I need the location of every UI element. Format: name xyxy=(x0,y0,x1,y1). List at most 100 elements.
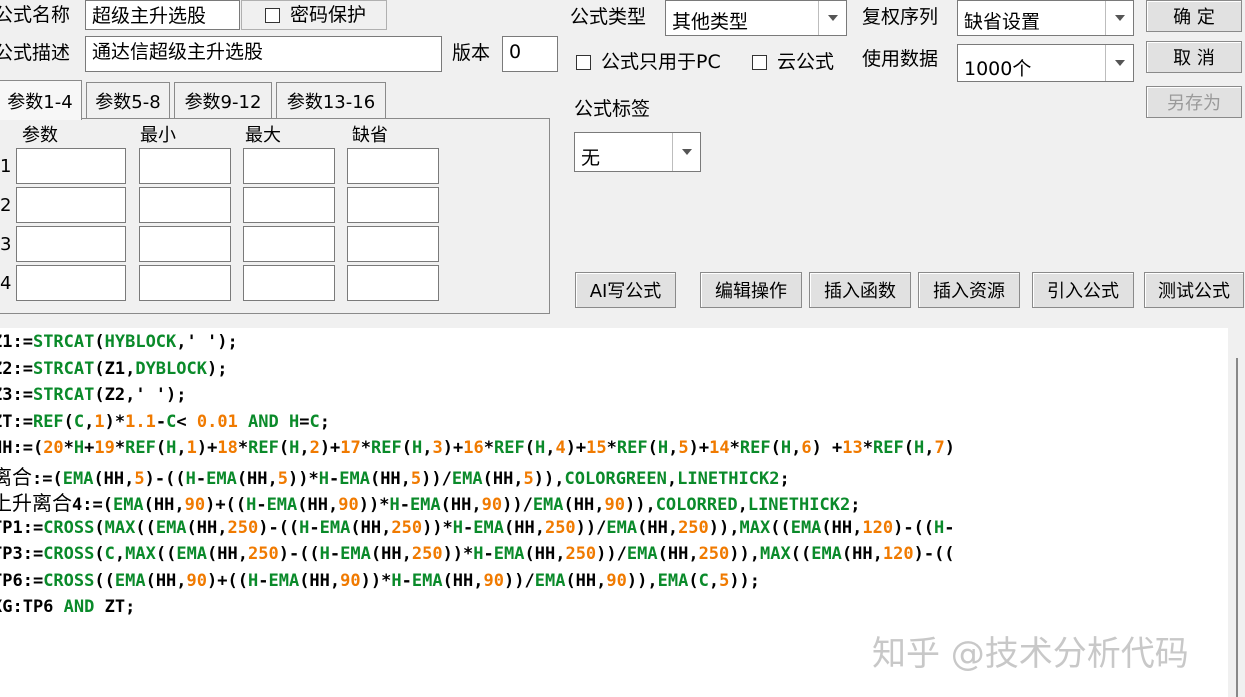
code-token: 19 xyxy=(94,438,115,458)
code-token: 20 xyxy=(43,438,64,458)
code-token: )-(( xyxy=(913,544,955,564)
pc-only-checkbox[interactable]: 公式只用于PC xyxy=(576,53,721,72)
code-token: , xyxy=(422,438,433,458)
code-token: EMA xyxy=(409,495,441,515)
code-token: 5 xyxy=(719,570,730,591)
tab-params-5-8[interactable]: 参数5-8 xyxy=(86,82,170,118)
code-token: 250 xyxy=(698,544,730,564)
param-name-input[interactable] xyxy=(16,187,126,223)
ai-formula-button[interactable]: AI写公式 xyxy=(575,272,676,308)
code-token: ))/ xyxy=(596,544,627,564)
param-row-number: 2 xyxy=(0,195,12,216)
formula-type-select[interactable]: 其他类型 xyxy=(665,0,847,36)
code-token: - xyxy=(483,544,494,564)
password-checkbox[interactable]: 密码保护 xyxy=(265,6,366,25)
code-token: EMA xyxy=(493,544,525,564)
cloud-checkbox[interactable]: 云公式 xyxy=(752,53,834,72)
code-token: , xyxy=(545,438,556,458)
param-max-input[interactable] xyxy=(243,187,335,223)
code-token: Z1:= xyxy=(0,332,33,352)
insert-function-button[interactable]: 插入函数 xyxy=(809,272,911,308)
code-token: H xyxy=(247,570,259,591)
code-token: 5 xyxy=(134,468,145,489)
code-token: ))/ xyxy=(575,517,607,538)
code-token: REF xyxy=(125,438,156,458)
code-token: C xyxy=(309,411,320,432)
param-name-input[interactable] xyxy=(16,148,126,184)
data-select[interactable]: 1000个 xyxy=(957,44,1134,82)
import-formula-button[interactable]: 引入公式 xyxy=(1032,272,1134,308)
param-default-input[interactable] xyxy=(347,226,439,262)
param-default-input[interactable] xyxy=(347,187,439,223)
param-max-input[interactable] xyxy=(243,265,335,301)
formula-desc-input[interactable]: 通达信超级主升选股 xyxy=(85,36,442,72)
save-as-button[interactable]: 另存为 xyxy=(1146,86,1242,118)
formula-type-value: 其他类型 xyxy=(672,11,749,33)
code-token: REF xyxy=(493,438,525,458)
chevron-down-icon[interactable] xyxy=(1105,45,1133,81)
code-token: EMA xyxy=(411,570,443,591)
insert-resource-button[interactable]: 插入资源 xyxy=(918,272,1020,308)
code-token: C xyxy=(104,544,115,564)
code-token: H xyxy=(389,495,400,515)
code-token: 离合 xyxy=(0,464,32,489)
chevron-down-icon[interactable] xyxy=(818,1,846,35)
code-token: (( xyxy=(790,544,812,564)
param-name-input[interactable] xyxy=(16,226,126,262)
test-formula-button[interactable]: 测试公式 xyxy=(1144,272,1244,308)
edit-operation-button[interactable]: 编辑操作 xyxy=(700,272,802,308)
code-token: * xyxy=(862,438,874,458)
tab-params-1-4[interactable]: 参数1-4 xyxy=(0,80,82,120)
param-row-number: 4 xyxy=(0,273,12,294)
code-token: , xyxy=(114,544,126,564)
rights-value: 缺省设置 xyxy=(964,11,1041,33)
rights-select[interactable]: 缺省设置 xyxy=(957,0,1134,36)
param-max-input[interactable] xyxy=(243,148,335,184)
tags-select[interactable]: 无 xyxy=(574,132,701,172)
chevron-down-icon[interactable] xyxy=(672,133,700,171)
param-min-input[interactable] xyxy=(139,187,231,223)
tab-params-9-12[interactable]: 参数9-12 xyxy=(174,82,272,118)
code-token: - xyxy=(258,570,269,591)
code-token: 5 xyxy=(277,468,289,489)
param-default-input[interactable] xyxy=(347,265,439,301)
code-token: H xyxy=(246,495,257,515)
code-token: (HH, xyxy=(637,517,679,538)
code-token: ))* xyxy=(442,544,474,564)
code-token: * xyxy=(360,438,372,458)
param-min-input[interactable] xyxy=(139,265,231,301)
code-token: :=( xyxy=(32,468,63,489)
code-line: 离合:=(EMA(HH,5)-((H-EMA(HH,5))*H-EMA(HH,5… xyxy=(0,467,790,488)
code-token: 1 xyxy=(94,411,105,432)
code-token: 90 xyxy=(606,570,627,591)
cancel-button[interactable]: 取 消 xyxy=(1146,41,1242,73)
code-token: REF xyxy=(248,438,279,458)
formula-name-input[interactable]: 超级主升选股 xyxy=(85,0,240,30)
code-token: * xyxy=(483,438,494,458)
code-token: 90 xyxy=(340,570,361,591)
tab-params-13-16[interactable]: 参数13-16 xyxy=(276,82,386,118)
code-token: 16 xyxy=(463,438,484,458)
code-token: , xyxy=(666,468,678,489)
editor-scrollbar[interactable] xyxy=(1228,328,1245,697)
code-token: 250 xyxy=(411,544,443,564)
param-name-input[interactable] xyxy=(16,265,126,301)
code-token: EMA xyxy=(339,468,370,489)
param-default-input[interactable] xyxy=(347,148,439,184)
ok-button[interactable]: 确 定 xyxy=(1146,0,1242,32)
code-token: (HH, xyxy=(299,570,341,591)
watermark: 知乎 @技术分析代码 xyxy=(872,634,1189,674)
param-min-input[interactable] xyxy=(139,148,231,184)
code-token: (HH, xyxy=(350,517,392,538)
code-token: H xyxy=(166,438,177,458)
code-token: , xyxy=(84,411,95,432)
code-token: < xyxy=(176,411,197,432)
code-token: 250 xyxy=(565,544,597,564)
param-min-input[interactable] xyxy=(139,226,231,262)
code-token: 13 xyxy=(842,438,863,458)
version-input[interactable]: 0 xyxy=(502,36,558,72)
param-max-input[interactable] xyxy=(243,226,335,262)
code-token: H xyxy=(185,468,196,489)
code-token: (Z2,' '); xyxy=(94,385,187,405)
chevron-down-icon[interactable] xyxy=(1105,1,1133,35)
